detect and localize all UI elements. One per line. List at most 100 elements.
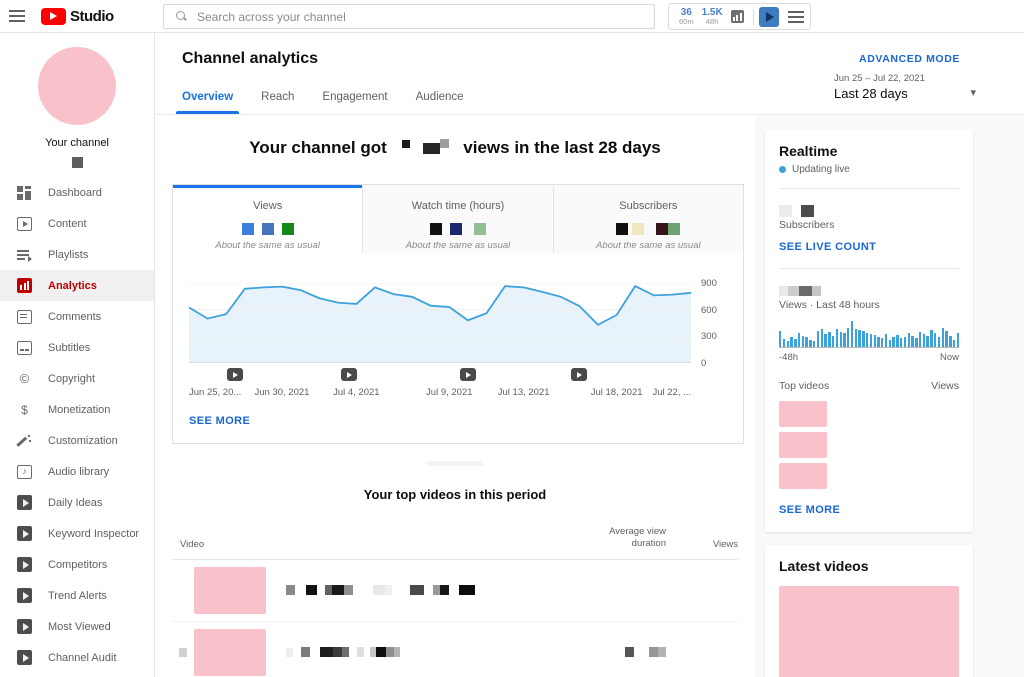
table-row[interactable] <box>172 560 738 622</box>
youtube-play-icon <box>41 8 66 25</box>
tab-audience[interactable]: Audience <box>402 80 478 114</box>
metric-tab-subscribers[interactable]: SubscribersAbout the same as usual <box>553 185 743 253</box>
video-thumbnail[interactable] <box>779 432 827 458</box>
sidebar-item-playlists[interactable]: Playlists <box>0 239 154 270</box>
see-live-count-link[interactable]: SEE LIVE COUNT <box>779 241 876 253</box>
top-videos-heading: Your top videos in this period <box>155 487 755 502</box>
sidebar-item-label: Audio library <box>48 466 109 478</box>
vidiq-icon[interactable] <box>759 7 779 27</box>
y-tick-label: 900 <box>701 278 717 289</box>
vidiq-icon <box>17 619 32 634</box>
metric-trend-note: About the same as usual <box>363 240 552 251</box>
headline-after: views in the last 28 days <box>463 138 660 157</box>
table-row[interactable] <box>172 622 738 677</box>
metric-tabs: ViewsAbout the same as usualWatch time (… <box>173 185 743 253</box>
copyright-icon: © <box>17 372 32 386</box>
sidebar-item-competitors[interactable]: Competitors <box>0 549 154 580</box>
video-upload-marker-icon[interactable] <box>341 368 357 381</box>
sidebar-item-audio-library[interactable]: ♪Audio library <box>0 456 154 487</box>
sidebar-item-label: Keyword Inspector <box>48 528 139 540</box>
see-more-link[interactable]: SEE MORE <box>779 504 840 516</box>
customization-icon <box>17 434 32 448</box>
video-thumbnail[interactable] <box>779 401 827 427</box>
extension-widget: 36 60m 1.5K 48h <box>668 3 811 30</box>
x-tick-label: Jun 30, 2021 <box>254 387 309 398</box>
divider <box>753 9 754 25</box>
x-tick-label: Jun 25, 20... <box>189 387 241 398</box>
search-icon <box>176 11 187 22</box>
extension-stat-subs[interactable]: 1.5K 48h <box>702 7 723 26</box>
metric-tab-watch-time-hours-[interactable]: Watch time (hours) About the same as usua… <box>362 185 552 253</box>
x-tick-label: Jul 4, 2021 <box>333 387 379 398</box>
channel-avatar[interactable] <box>38 47 116 125</box>
tab-reach[interactable]: Reach <box>247 80 308 114</box>
views-chart-area: 9006003000 Jun 25, 20... Jun 30, 2021 Jul … <box>173 253 743 443</box>
youtube-studio-logo[interactable]: Studio <box>41 8 114 25</box>
video-upload-marker-icon[interactable] <box>571 368 587 381</box>
updating-live: Updating live <box>779 164 959 175</box>
x-axis-labels: Jun 25, 20... Jun 30, 2021 Jul 4, 2021 Jul … <box>189 387 691 401</box>
sidebar-item-dashboard[interactable]: Dashboard <box>0 177 154 208</box>
search-box <box>163 4 655 29</box>
mini-chart-icon[interactable] <box>731 10 744 23</box>
sidebar-item-label: Daily Ideas <box>48 497 102 509</box>
see-more-link[interactable]: SEE MORE <box>189 415 250 427</box>
x-tick-label: Jul 22, ... <box>652 387 691 398</box>
sidebar-item-comments[interactable]: Comments <box>0 301 154 332</box>
sidebar-item-daily-ideas[interactable]: Daily Ideas <box>0 487 154 518</box>
realtime-card: Realtime Updating live Subscribers SEE L… <box>765 130 973 532</box>
sidebar-item-label: Dashboard <box>48 187 102 199</box>
tab-engagement[interactable]: Engagement <box>308 80 401 114</box>
tab-overview[interactable]: Overview <box>168 80 247 114</box>
sidebar-item-label: Competitors <box>48 559 107 571</box>
y-axis-labels: 9006003000 <box>691 283 727 363</box>
top-videos-label: Top videos <box>779 380 829 392</box>
live-text: Updating live <box>792 164 850 175</box>
sidebar-item-customization[interactable]: Customization <box>0 425 154 456</box>
views-area-chart[interactable] <box>189 283 691 363</box>
live-dot-icon <box>779 166 786 173</box>
dashboard-icon <box>17 186 32 200</box>
metric-label: Watch time (hours) <box>363 200 552 212</box>
date-range-picker[interactable]: Jun 25 – Jul 22, 2021 Last 28 days ▾ <box>834 73 962 101</box>
extension-stat-views[interactable]: 36 60m <box>679 7 694 26</box>
latest-video-thumbnail[interactable] <box>779 586 959 677</box>
video-thumbnail <box>194 567 266 614</box>
vidiq-icon <box>17 495 32 510</box>
analytics-tabs: OverviewReachEngagementAudience <box>168 80 478 114</box>
video-upload-marker-icon[interactable] <box>460 368 476 381</box>
metric-tab-views[interactable]: ViewsAbout the same as usual <box>173 185 362 253</box>
sidebar: Your channel Dashboard ContentPlaylistsAn… <box>0 33 155 677</box>
channel-box: Your channel <box>0 33 154 165</box>
sidebar-item-analytics[interactable]: Analytics <box>0 270 154 301</box>
realtime-title: Realtime <box>779 143 959 159</box>
extension-menu-icon[interactable] <box>788 11 804 23</box>
video-thumbnail[interactable] <box>779 463 827 489</box>
sidebar-item-channel-audit[interactable]: Channel Audit <box>0 642 154 673</box>
sidebar-item-label: Copyright <box>48 373 95 385</box>
menu-icon[interactable] <box>9 10 25 22</box>
column-views: Views <box>666 539 738 550</box>
advanced-mode-link[interactable]: ADVANCED MODE <box>859 53 960 65</box>
sidebar-item-label: Subtitles <box>48 342 90 354</box>
sidebar-item-content[interactable]: Content <box>0 208 154 239</box>
views-48h-label: Views · Last 48 hours <box>779 299 959 311</box>
sidebar-item-keyword-inspector[interactable]: Keyword Inspector <box>0 518 154 549</box>
sidebar-nav: Dashboard ContentPlaylistsAnalytics Commen… <box>0 177 154 673</box>
y-tick-label: 300 <box>701 331 717 342</box>
sidebar-item-label: Comments <box>48 311 101 323</box>
sidebar-item-subtitles[interactable]: Subtitles <box>0 332 154 363</box>
x-tick-label: Jul 13, 2021 <box>498 387 550 398</box>
date-range: Jun 25 – Jul 22, 2021 <box>834 73 962 84</box>
sidebar-item-monetization[interactable]: $Monetization <box>0 394 154 425</box>
realtime-top-videos-list <box>779 401 959 489</box>
realtime-bar-chart[interactable] <box>779 321 959 348</box>
metric-trend-note: About the same as usual <box>554 240 743 251</box>
video-upload-marker-icon[interactable] <box>227 368 243 381</box>
sidebar-item-trend-alerts[interactable]: Trend Alerts <box>0 580 154 611</box>
realtime-top-videos-header: Top videos Views <box>779 380 959 392</box>
sidebar-item-copyright[interactable]: © Copyright <box>0 363 154 394</box>
views-count-redacted <box>779 282 959 294</box>
sidebar-item-most-viewed[interactable]: Most Viewed <box>0 611 154 642</box>
search-input[interactable] <box>197 10 654 24</box>
